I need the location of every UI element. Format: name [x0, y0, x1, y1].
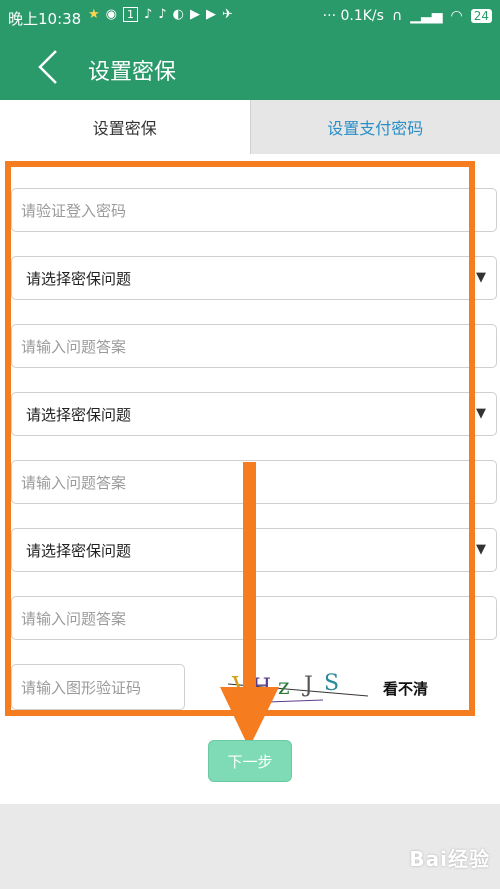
status-bar: 晚上10:38 ★ ◉ 1 ♪ ♪ ◐ ▶ ▶ ✈ ··· 0.1K/s ∩ ▁…: [0, 0, 500, 34]
plane-icon: ✈: [221, 7, 233, 22]
login-password-placeholder: 请验证登入密码: [21, 201, 127, 220]
svg-text:z: z: [278, 675, 290, 700]
tab-set-security[interactable]: 设置密保: [0, 100, 250, 154]
app-icon: ◐: [172, 7, 184, 22]
wifi-icon: ◠: [450, 8, 463, 24]
login-password-field[interactable]: 请验证登入密码: [11, 188, 497, 232]
captcha-placeholder: 请输入图形验证码: [21, 678, 142, 697]
tiktok-icon-2: ♪: [158, 7, 167, 22]
back-icon[interactable]: [36, 47, 60, 87]
security-question-select-2[interactable]: 请选择密保问题 ▼: [11, 392, 497, 436]
battery-icon: 24: [470, 9, 492, 23]
play-icon: ▶: [189, 7, 200, 22]
dropdown-arrow-icon: ▼: [476, 406, 486, 421]
answer-field-1[interactable]: 请输入问题答案: [11, 324, 497, 368]
tab-set-payment-password[interactable]: 设置支付密码: [249, 100, 500, 154]
tiktok-icon: ♪: [144, 7, 153, 22]
captcha-image[interactable]: V H z J S: [228, 666, 368, 706]
captcha-input[interactable]: 请输入图形验证码: [11, 664, 185, 710]
status-right: ··· 0.1K/s ∩ ▁▃▅ ◠ 24: [323, 8, 492, 24]
notification-count-icon: 1: [123, 7, 138, 22]
tab-bar: 设置密保 设置支付密码: [0, 100, 500, 154]
play-icon-2: ▶: [205, 7, 216, 22]
dropdown-arrow-icon: ▼: [476, 542, 486, 557]
security-question-value-1: 请选择密保问题: [26, 269, 132, 288]
qq-icon: ◉: [105, 7, 117, 22]
svg-text:H: H: [252, 675, 271, 700]
svg-text:V: V: [231, 672, 250, 700]
app-bar: 设置密保: [0, 34, 500, 100]
watermark: Bai经验: [409, 847, 490, 871]
svg-text:S: S: [324, 671, 339, 696]
answer-placeholder-2: 请输入问题答案: [21, 473, 127, 492]
answer-placeholder-3: 请输入问题答案: [21, 609, 127, 628]
notification-icons: ★ ◉ 1 ♪ ♪ ◐ ▶ ▶ ✈: [88, 7, 233, 22]
security-question-select-3[interactable]: 请选择密保问题 ▼: [11, 528, 497, 572]
svg-text:J: J: [302, 673, 313, 698]
headphone-icon: ∩: [391, 8, 403, 24]
star-icon: ★: [88, 7, 100, 22]
signal-icon: ▁▃▅: [410, 8, 443, 24]
security-question-select-1[interactable]: 请选择密保问题 ▼: [11, 256, 497, 300]
answer-field-2[interactable]: 请输入问题答案: [11, 460, 497, 504]
answer-field-3[interactable]: 请输入问题答案: [11, 596, 497, 640]
network-speed: ··· 0.1K/s: [322, 8, 384, 24]
security-question-value-3: 请选择密保问题: [26, 541, 132, 560]
answer-placeholder-1: 请输入问题答案: [21, 337, 127, 356]
dropdown-arrow-icon: ▼: [476, 270, 486, 285]
page-title: 设置密保: [88, 60, 177, 85]
status-time: 晚上10:38: [8, 10, 82, 28]
refresh-captcha-link[interactable]: 看不清: [383, 678, 428, 699]
security-question-value-2: 请选择密保问题: [26, 405, 132, 424]
next-step-button[interactable]: 下一步: [208, 740, 292, 782]
